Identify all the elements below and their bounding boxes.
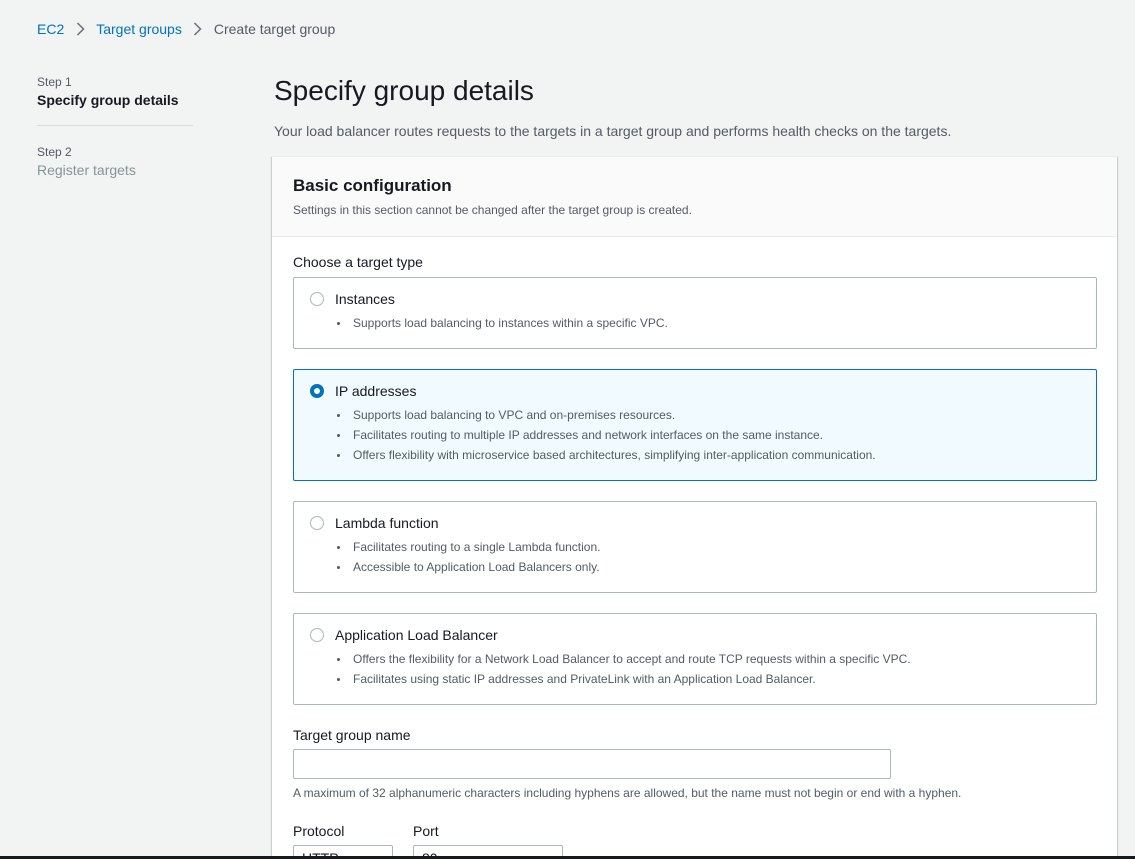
- list-item: Offers the flexibility for a Network Loa…: [332, 649, 911, 669]
- tile-bullets: Facilitates routing to a single Lambda f…: [332, 537, 600, 577]
- step-divider: [37, 125, 193, 126]
- breadcrumb-target-groups-link[interactable]: Target groups: [96, 21, 182, 37]
- step-2-number: Step 2: [37, 145, 72, 159]
- radio-ip-addresses[interactable]: [310, 384, 324, 398]
- target-type-alb-tile[interactable]: Application Load Balancer Offers the fle…: [293, 613, 1097, 705]
- breadcrumb: EC2 Target groups Create target group: [37, 20, 335, 38]
- list-item: Facilitates routing to a single Lambda f…: [332, 537, 600, 557]
- radio-alb[interactable]: [310, 628, 324, 642]
- tile-label: Instances: [335, 291, 395, 307]
- target-type-ip-addresses-tile[interactable]: IP addresses Supports load balancing to …: [293, 369, 1097, 481]
- tile-bullets: Supports load balancing to VPC and on-pr…: [332, 405, 876, 465]
- tile-label: Lambda function: [335, 515, 439, 531]
- tile-header: Instances: [310, 290, 395, 308]
- port-label: Port: [413, 823, 439, 839]
- tile-header: IP addresses: [310, 382, 416, 400]
- tile-bullets: Supports load balancing to instances wit…: [332, 313, 668, 333]
- list-item: Supports load balancing to VPC and on-pr…: [332, 405, 876, 425]
- panel-subtitle: Settings in this section cannot be chang…: [293, 203, 692, 217]
- list-item: Supports load balancing to instances wit…: [332, 313, 668, 333]
- wizard-steps: Step 1 Specify group details Step 2 Regi…: [37, 74, 193, 180]
- protocol-label: Protocol: [293, 823, 345, 839]
- list-item: Accessible to Application Load Balancers…: [332, 557, 600, 577]
- target-group-name-label: Target group name: [293, 727, 411, 743]
- panel-title: Basic configuration: [293, 176, 452, 195]
- step-2: Step 2 Register targets: [37, 144, 193, 180]
- target-type-label: Choose a target type: [293, 254, 423, 270]
- chevron-right-icon: [70, 20, 90, 38]
- target-type-lambda-tile[interactable]: Lambda function Facilitates routing to a…: [293, 501, 1097, 593]
- list-item: Facilitates routing to multiple IP addre…: [332, 425, 876, 445]
- chevron-right-icon: [188, 20, 208, 38]
- tile-header: Application Load Balancer: [310, 626, 498, 644]
- step-1-title: Specify group details: [37, 92, 179, 108]
- tile-label: IP addresses: [335, 383, 417, 399]
- step-1-number: Step 1: [37, 75, 72, 89]
- list-item: Facilitates using static IP addresses an…: [332, 669, 911, 689]
- radio-lambda[interactable]: [310, 516, 324, 530]
- list-item: Offers flexibility with microservice bas…: [332, 445, 876, 465]
- target-group-name-input[interactable]: [293, 749, 891, 779]
- target-group-name-hint: A maximum of 32 alphanumeric characters …: [293, 786, 962, 800]
- step-2-title: Register targets: [37, 162, 136, 178]
- page-description: Your load balancer routes requests to th…: [274, 123, 952, 139]
- breadcrumb-current: Create target group: [213, 21, 336, 37]
- target-type-instances-tile[interactable]: Instances Supports load balancing to ins…: [293, 277, 1097, 349]
- breadcrumb-ec2-link[interactable]: EC2: [37, 21, 64, 37]
- tile-label: Application Load Balancer: [335, 627, 498, 643]
- tile-bullets: Offers the flexibility for a Network Loa…: [332, 649, 911, 689]
- panel-header: Basic configuration Settings in this sec…: [272, 157, 1117, 237]
- tile-header: Lambda function: [310, 514, 439, 532]
- page-title: Specify group details: [274, 75, 534, 106]
- step-1: Step 1 Specify group details: [37, 74, 193, 110]
- basic-configuration-panel: Basic configuration Settings in this sec…: [272, 156, 1117, 859]
- radio-instances[interactable]: [310, 292, 324, 306]
